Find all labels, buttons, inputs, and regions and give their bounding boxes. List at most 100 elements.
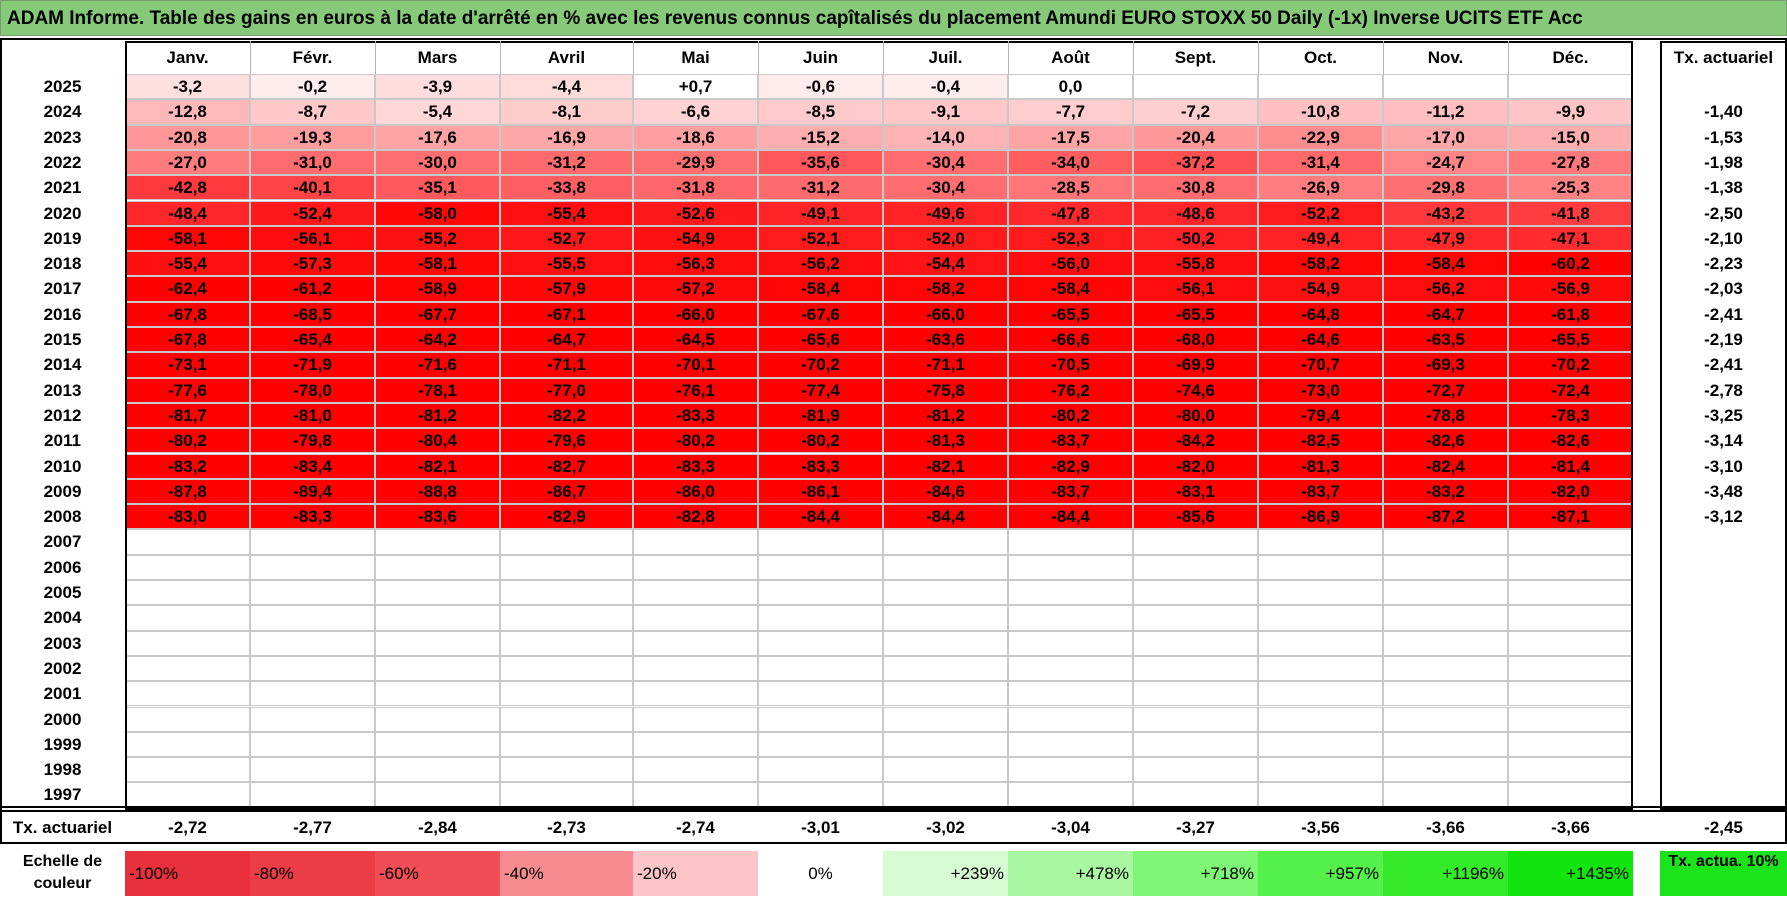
table-cell: -68,5 (250, 301, 375, 327)
table-cell (883, 782, 1008, 808)
table-cell: -61,8 (1508, 301, 1633, 327)
color-scale-swatch: +718% (1133, 851, 1258, 896)
table-cell (1133, 706, 1258, 732)
table-cell: -84,2 (1133, 428, 1258, 454)
table-cell (250, 605, 375, 631)
table-cell: -68,0 (1133, 327, 1258, 353)
annual-rate (1660, 656, 1787, 681)
table-cell: -65,5 (1008, 301, 1133, 327)
year-label: 2021 (43, 178, 82, 198)
table-cell: -33,8 (500, 175, 633, 201)
table-cell: -58,2 (883, 276, 1008, 302)
table-cell: -65,6 (758, 327, 883, 353)
annual-rate: -2,23 (1704, 254, 1743, 274)
table-cell (1133, 782, 1258, 808)
annual-rate: -2,03 (1704, 279, 1743, 299)
footer-rate: -2,72 (168, 818, 207, 837)
table-cell: -73,1 (125, 352, 250, 378)
table-cell: -82,6 (1508, 428, 1633, 454)
table-cell: -83,7 (1008, 428, 1133, 454)
footer-rate: -3,66 (1551, 818, 1590, 837)
table-cell: -57,9 (500, 276, 633, 302)
table-cell: -22,9 (1258, 124, 1383, 150)
table-cell (500, 655, 633, 682)
table-cell: +0,7 (633, 74, 758, 100)
footer-rate: -2,77 (293, 818, 332, 837)
annual-rate (1660, 782, 1787, 807)
table-cell: -79,4 (1258, 402, 1383, 429)
table-cell (125, 681, 250, 707)
table-cell: -48,6 (1133, 200, 1258, 226)
annual-rate (1660, 605, 1787, 630)
year-label: 2018 (43, 254, 82, 274)
table-cell: -71,1 (883, 352, 1008, 378)
table-cell (758, 605, 883, 631)
table-cell: -66,0 (883, 301, 1008, 327)
table-cell (633, 782, 758, 808)
table-cell: -75,8 (883, 377, 1008, 403)
table-cell: -58,0 (375, 200, 500, 226)
table-cell: -7,7 (1008, 99, 1133, 125)
footer-rate: -3,02 (926, 818, 965, 837)
table-cell (1008, 630, 1133, 656)
year-label: 2011 (44, 431, 81, 451)
table-cell: -54,9 (1258, 276, 1383, 302)
table-cell: -77,6 (125, 377, 250, 403)
year-label: 1997 (43, 785, 82, 805)
table-cell: -83,3 (633, 453, 758, 479)
table-cell: -82,9 (500, 504, 633, 530)
table-cell: -56,9 (1508, 276, 1633, 302)
table-cell (375, 529, 500, 555)
table-cell: -26,9 (1258, 175, 1383, 201)
table-cell: -27,8 (1508, 149, 1633, 176)
table-cell (1383, 605, 1508, 631)
table-cell (1258, 782, 1383, 808)
year-label: 2022 (43, 152, 82, 172)
table-cell (125, 757, 250, 783)
annual-rate: -3,48 (1704, 481, 1743, 501)
table-cell: -40,1 (250, 175, 375, 201)
column-separator (1258, 41, 1259, 74)
table-cell (633, 706, 758, 732)
table-cell: -56,2 (1383, 276, 1508, 302)
table-cell: -19,3 (250, 124, 375, 150)
table-cell: -8,1 (500, 99, 633, 125)
table-cell: -66,6 (1008, 327, 1133, 353)
table-cell: -35,6 (758, 149, 883, 176)
annual-rate: -3,10 (1704, 456, 1743, 476)
year-label: 1999 (43, 734, 82, 754)
table-cell: -82,2 (500, 402, 633, 429)
table-cell (633, 731, 758, 758)
table-cell (1383, 731, 1508, 758)
table-cell: -17,5 (1008, 124, 1133, 150)
table-cell: -87,2 (1383, 504, 1508, 530)
table-cell (1008, 757, 1133, 783)
table-cell: -78,8 (1383, 402, 1508, 429)
table-cell: -81,9 (758, 402, 883, 429)
table-cell: -84,4 (883, 504, 1008, 530)
table-cell (250, 782, 375, 808)
table-cell: -69,9 (1133, 352, 1258, 378)
table-cell: -86,1 (758, 478, 883, 505)
annual-rate (1660, 681, 1787, 706)
table-cell: -84,6 (883, 478, 1008, 505)
table-cell (375, 605, 500, 631)
table-cell (1508, 74, 1633, 100)
year-label: 2013 (43, 380, 82, 400)
table-cell: -35,1 (375, 175, 500, 201)
table-cell (1258, 630, 1383, 656)
table-cell: -69,3 (1383, 352, 1508, 378)
table-cell (1508, 731, 1633, 758)
table-cell: -82,6 (1383, 428, 1508, 454)
table-cell (633, 757, 758, 783)
column-separator (1133, 41, 1134, 74)
table-cell (250, 630, 375, 656)
table-cell: -71,1 (500, 352, 633, 378)
table-cell (883, 529, 1008, 555)
table-cell: -81,3 (1258, 453, 1383, 479)
color-scale-swatch: +239% (883, 851, 1008, 896)
table-cell: -83,2 (125, 453, 250, 479)
table-cell: -76,1 (633, 377, 758, 403)
table-cell (758, 782, 883, 808)
month-header: Mai (681, 48, 710, 67)
